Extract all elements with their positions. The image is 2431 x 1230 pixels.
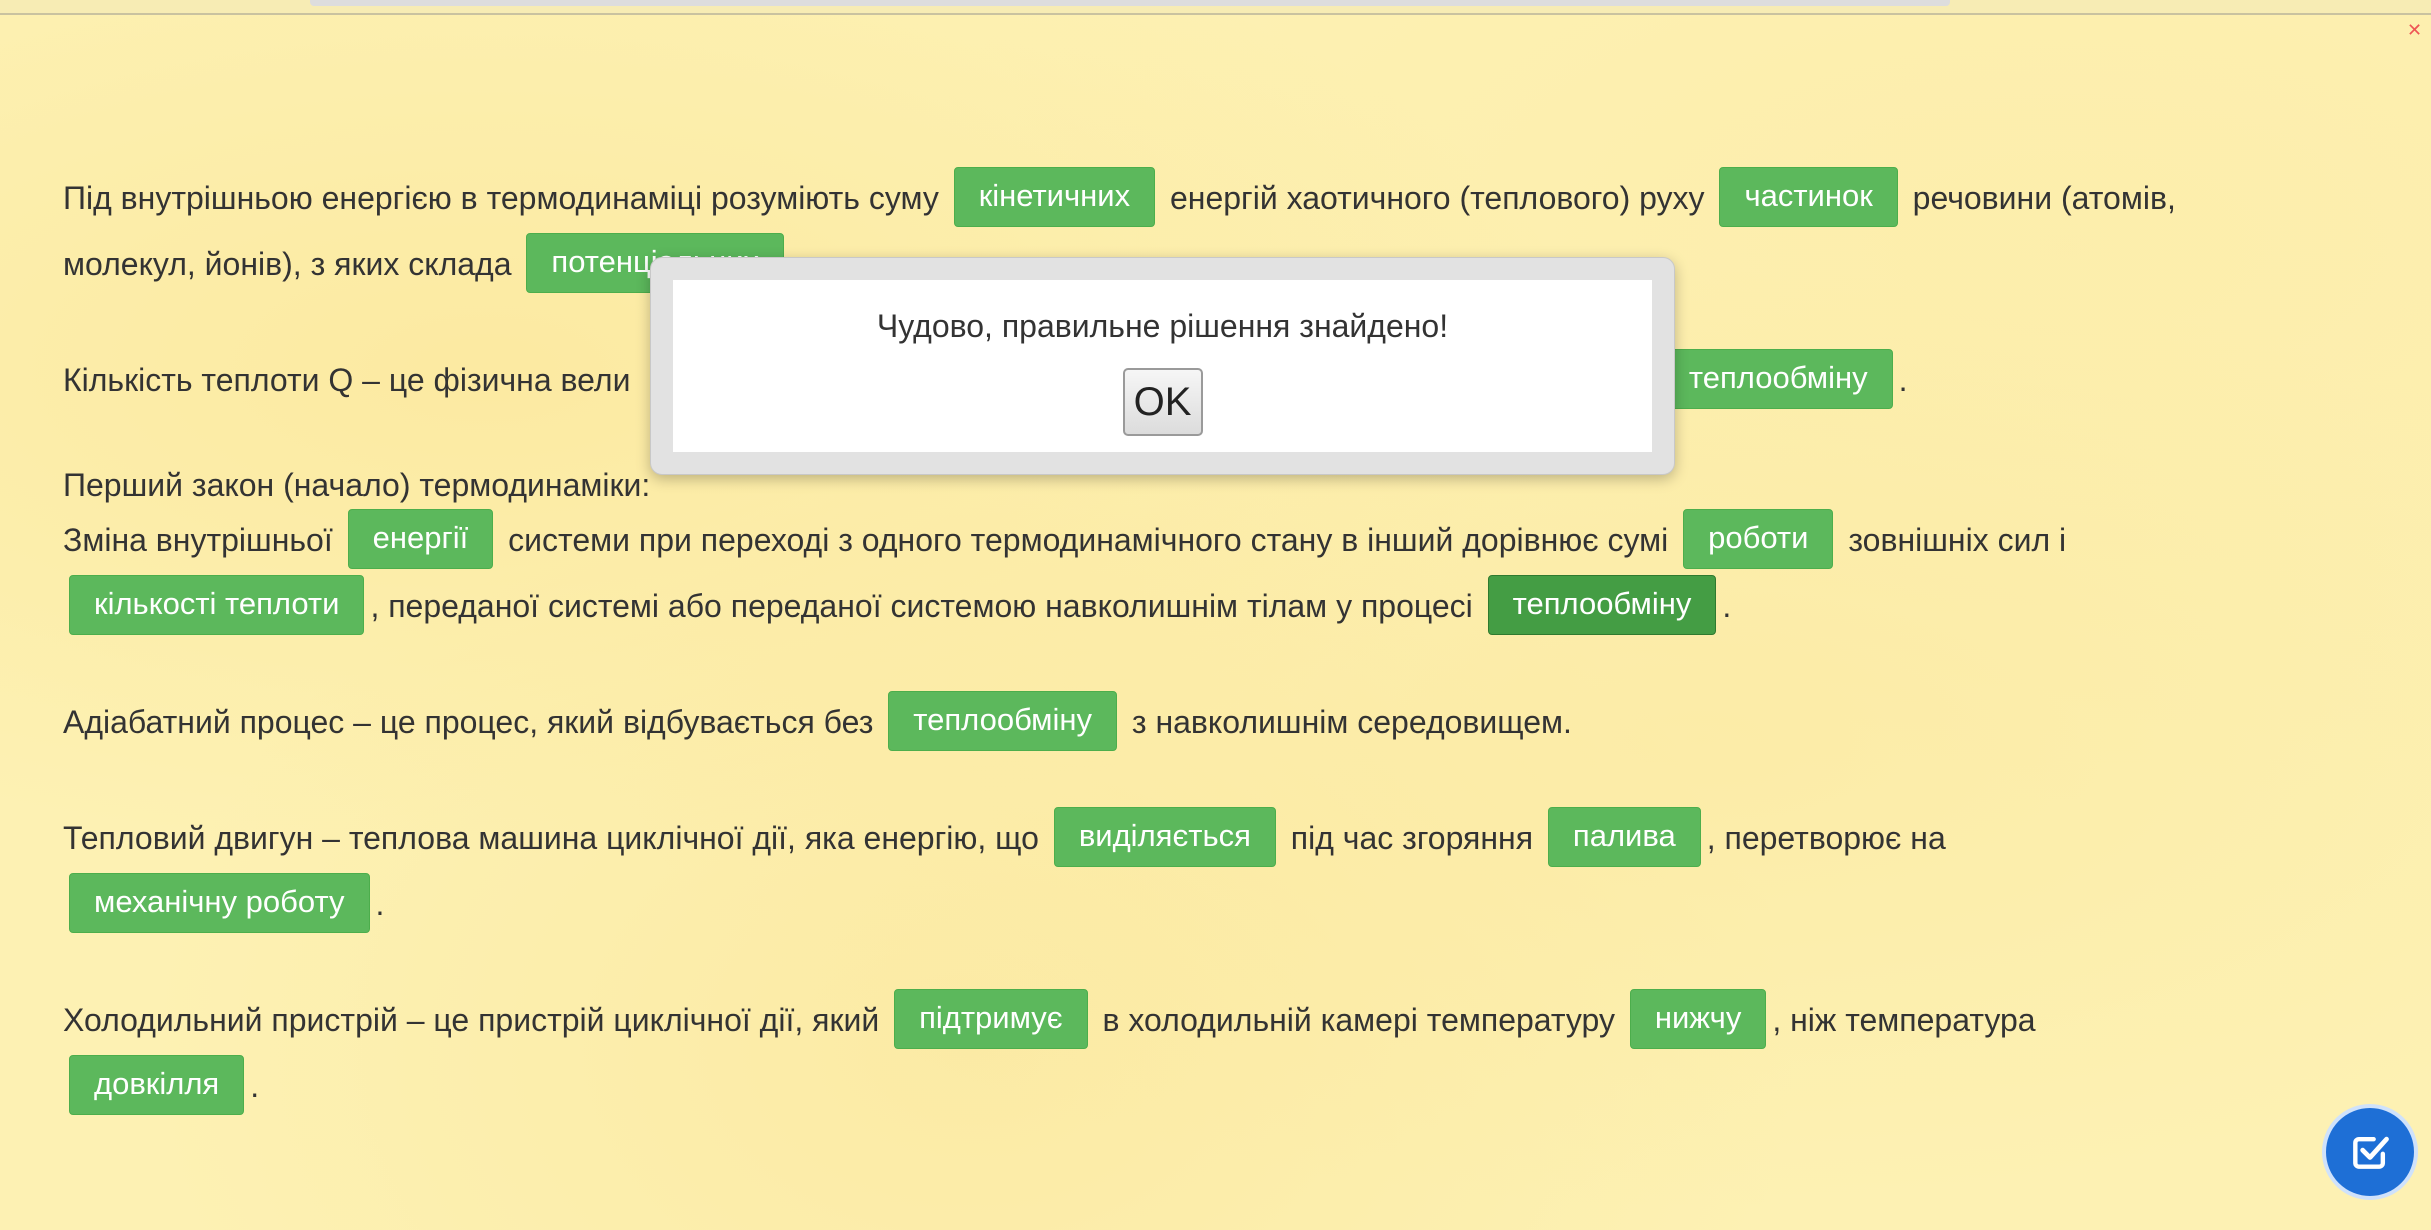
paragraph-adiabatic: Адіабатний процес – це процес, який відб… [63,689,2213,755]
answer-chip[interactable]: частинок [1719,166,1898,227]
check-square-icon [2353,1136,2389,1169]
text: . [1722,588,1732,624]
text: Адіабатний процес – це процес, який відб… [63,704,874,740]
text: в холодильній камері температуру [1102,1002,1615,1038]
check-answers-button[interactable] [2322,1104,2418,1200]
text: Зміна внутрішньої [63,522,333,558]
answer-chip[interactable]: теплообміну [1663,348,1893,409]
answer-chip[interactable]: теплообміну [888,690,1117,751]
answer-chip[interactable]: виділяється [1053,806,1276,867]
answer-chip[interactable]: енергії [347,508,494,569]
text: енергій хаотичного (теплового) руху [1169,180,1705,216]
text: . [250,1068,260,1104]
dialog-body: Чудово, правильне рішення знайдено! OK [673,280,1652,452]
text: , переданої системі або переданої систем… [370,588,1473,624]
answer-chip[interactable]: роботи [1683,508,1834,569]
answer-chip-active[interactable]: теплообміну [1487,574,1717,635]
paragraph-first-law: Перший закон (начало) термодинаміки: Змі… [63,463,2213,639]
answer-chip[interactable]: підтримує [894,988,1088,1049]
answer-chip[interactable]: кількості теплоти [69,574,365,635]
text: зовнішніх сил і [1848,522,2067,558]
horizontal-scrollbar[interactable] [310,0,1950,6]
text: Під внутрішньою енергією в термодинаміці… [63,180,939,216]
success-dialog: Чудово, правильне рішення знайдено! OK [650,257,1675,475]
dialog-message: Чудово, правильне рішення знайдено! [876,308,1449,344]
ok-button[interactable]: OK [1122,368,1203,436]
browser-top-bar [0,0,2431,15]
text: , перетворює на [1706,820,1946,856]
text: Кількість теплоти Q – це фізична вели [63,362,631,398]
paragraph-refrigerator: Холодильний пристрій – це пристрій циклі… [63,987,2213,1119]
text: Тепловий двигун – теплова машина циклічн… [63,820,1039,856]
answer-chip[interactable]: нижчу [1629,988,1767,1049]
answer-chip[interactable]: механічну роботу [69,872,370,933]
text: . [1898,362,1908,398]
text: під час згоряння [1290,820,1534,856]
text: . [375,886,385,922]
text: з навколишнім середовищем. [1131,704,1572,740]
answer-chip[interactable]: довкілля [69,1054,245,1115]
broken-image-icon: ✕ [2407,20,2423,40]
text: Холодильний пристрій – це пристрій циклі… [63,1002,880,1038]
paragraph-heat-engine: Тепловий двигун – теплова машина циклічн… [63,805,2213,937]
answer-chip[interactable]: кінетичних [953,166,1156,227]
answer-chip[interactable]: палива [1547,806,1701,867]
text: системи при переході з одного термодинам… [508,522,1669,558]
text: , ніж температура [1772,1002,2036,1038]
